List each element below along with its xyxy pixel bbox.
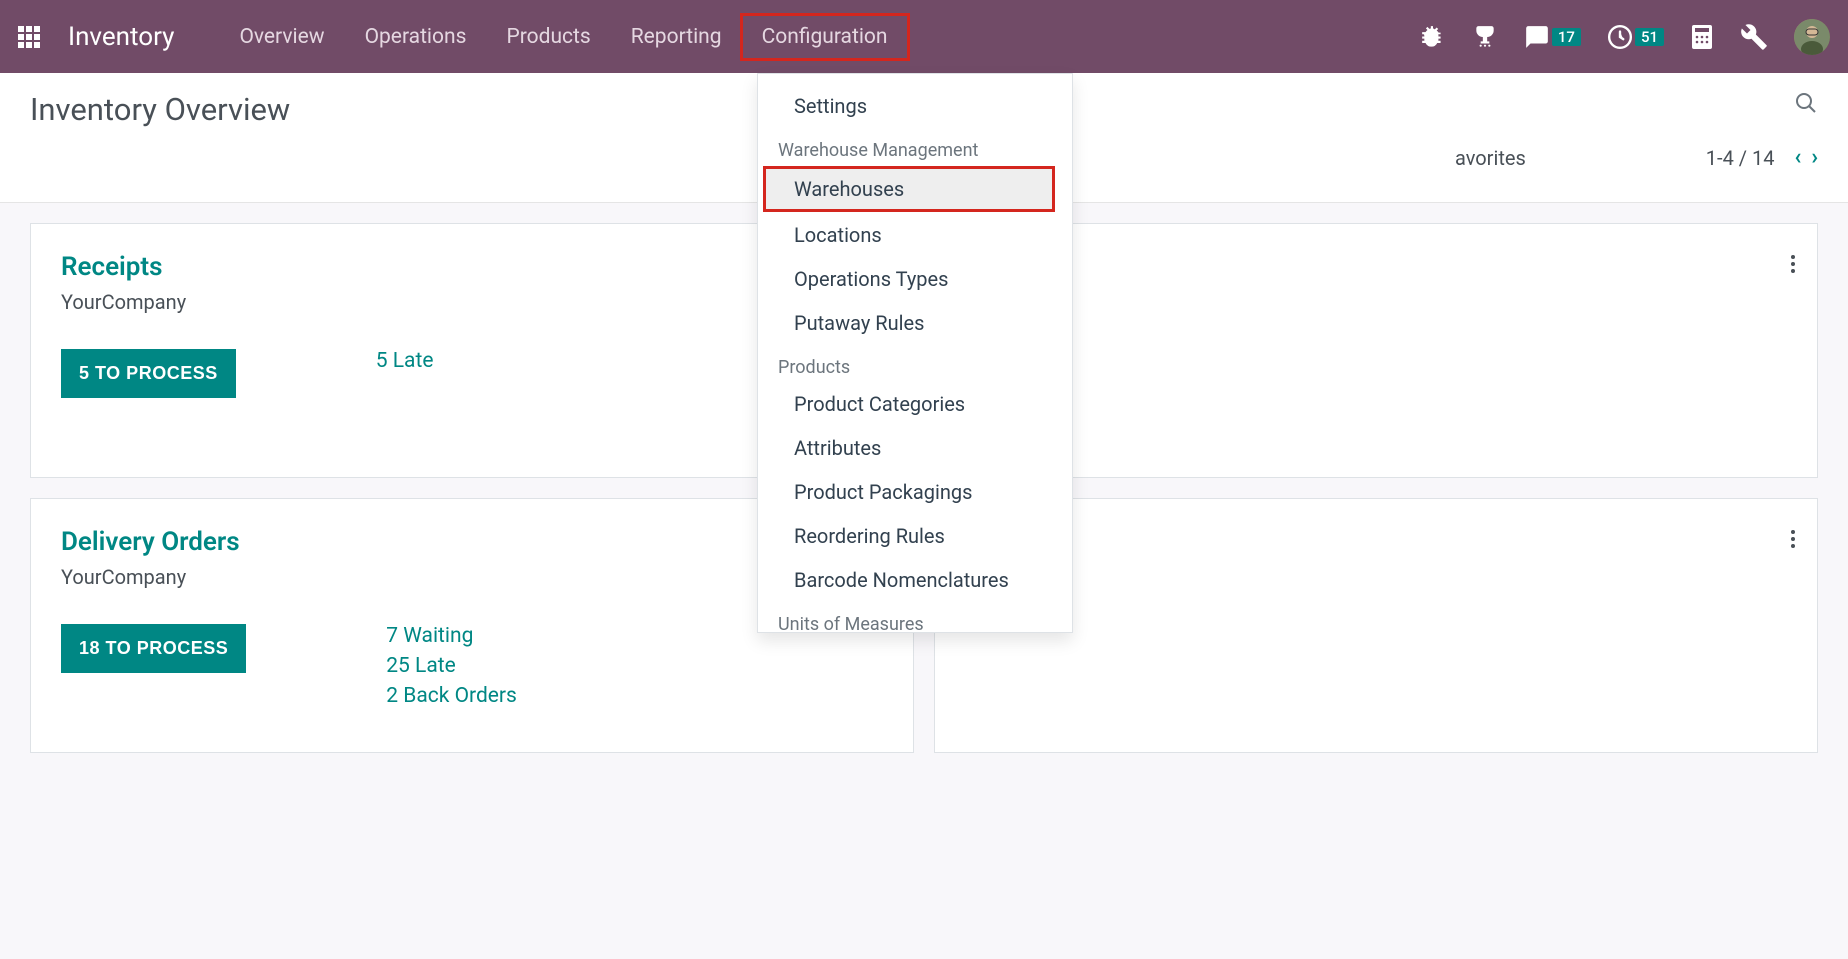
process-button[interactable]: 5 TO PROCESS	[61, 349, 236, 398]
nav-operations[interactable]: Operations	[345, 15, 487, 59]
process-button[interactable]: 18 TO PROCESS	[61, 624, 246, 673]
dd-operations-types[interactable]: Operations Types	[758, 257, 1072, 301]
dd-warehouses[interactable]: Warehouses	[764, 167, 1054, 211]
dd-settings[interactable]: Settings	[758, 84, 1072, 128]
pager-text: 1-4 / 14	[1706, 146, 1775, 170]
card-menu-icon[interactable]	[1791, 527, 1795, 551]
page-title: Inventory Overview	[30, 91, 290, 128]
card-menu-icon[interactable]	[1791, 252, 1795, 276]
nav-links: Overview Operations Products Reporting C…	[219, 15, 907, 59]
dd-locations[interactable]: Locations	[758, 213, 1072, 257]
phone-icon[interactable]	[1472, 24, 1498, 50]
pager-next-icon[interactable]: ›	[1811, 145, 1818, 170]
stat-backorders[interactable]: 2 Back Orders	[386, 684, 517, 708]
stat-waiting[interactable]: 7 Waiting	[386, 624, 517, 648]
dd-header-products: Products	[758, 345, 1072, 382]
favorites-partial-label[interactable]: avorites	[1455, 146, 1526, 170]
configuration-dropdown: Settings Warehouse Management Warehouses…	[757, 73, 1073, 633]
nav-reporting[interactable]: Reporting	[611, 15, 742, 59]
nav-products[interactable]: Products	[486, 15, 610, 59]
app-brand[interactable]: Inventory	[68, 22, 174, 52]
nav-configuration[interactable]: Configuration	[742, 15, 908, 59]
tools-icon[interactable]	[1740, 23, 1768, 51]
user-avatar[interactable]	[1794, 19, 1830, 55]
messages-icon[interactable]: 17	[1524, 24, 1581, 50]
stat-late[interactable]: 25 Late	[386, 654, 517, 678]
dd-reordering-rules[interactable]: Reordering Rules	[758, 514, 1072, 558]
bug-icon[interactable]	[1420, 24, 1446, 50]
nav-right: 17 51	[1420, 19, 1830, 55]
messages-badge: 17	[1552, 28, 1581, 46]
stat-late[interactable]: 5 Late	[376, 349, 434, 373]
pager-prev-icon[interactable]: ‹	[1794, 145, 1801, 170]
dd-product-packagings[interactable]: Product Packagings	[758, 470, 1072, 514]
dd-header-uom: Units of Measures	[758, 602, 1072, 633]
search-icon[interactable]	[1794, 91, 1818, 115]
dd-putaway-rules[interactable]: Putaway Rules	[758, 301, 1072, 345]
activities-badge: 51	[1635, 28, 1664, 46]
apps-menu-icon[interactable]	[18, 26, 40, 48]
calculator-icon[interactable]	[1690, 23, 1714, 51]
dd-attributes[interactable]: Attributes	[758, 426, 1072, 470]
nav-overview[interactable]: Overview	[219, 15, 344, 59]
dd-product-categories[interactable]: Product Categories	[758, 382, 1072, 426]
dd-barcode-nomenclatures[interactable]: Barcode Nomenclatures	[758, 558, 1072, 602]
activities-icon[interactable]: 51	[1607, 24, 1664, 50]
top-navbar: Inventory Overview Operations Products R…	[0, 0, 1848, 73]
dd-header-warehouse: Warehouse Management	[758, 128, 1072, 165]
